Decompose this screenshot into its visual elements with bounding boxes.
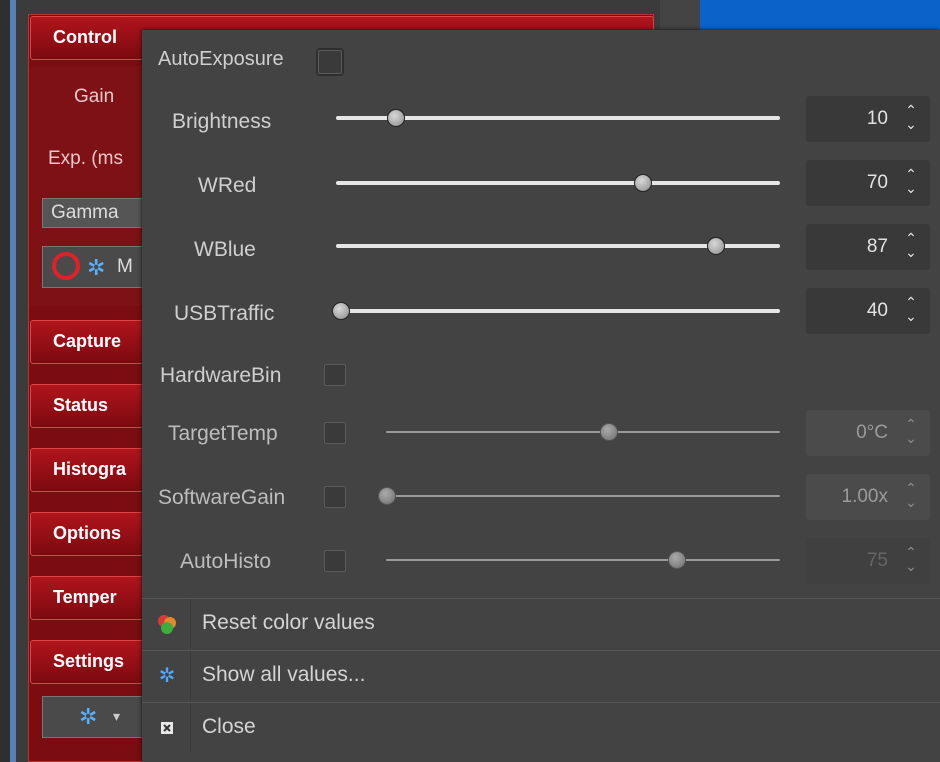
autohisto-checkbox[interactable] [324, 550, 346, 572]
gain-label: Gain [74, 86, 115, 107]
wred-value: 70 [866, 172, 888, 193]
show-all-values-label: Show all values... [202, 663, 366, 686]
color-balls-icon [158, 615, 176, 634]
softwaregain-checkbox[interactable] [324, 486, 346, 508]
annotation-circle [52, 252, 80, 280]
spin-arrows-icon[interactable]: ⌃ ⌄ [900, 167, 922, 199]
gear-icon: ✲ [87, 255, 106, 280]
targettemp-slider-handle[interactable] [600, 423, 619, 441]
targettemp-label: TargetTemp [168, 422, 278, 445]
window-edge-highlight [10, 0, 16, 762]
close-label: Close [202, 715, 256, 738]
autohisto-slider-handle[interactable] [668, 551, 686, 569]
hardwarebin-checkbox[interactable] [324, 364, 346, 386]
targettemp-spinbox[interactable]: 0°C ⌃ ⌄ [806, 410, 930, 456]
section-status-label: Status [53, 395, 109, 415]
autohisto-label: AutoHisto [180, 550, 272, 573]
hardwarebin-label: HardwareBin [160, 364, 282, 387]
usbtraffic-spinbox[interactable]: 40 ⌃ ⌄ [806, 288, 930, 334]
section-control-label: Control [53, 27, 117, 47]
exposure-label: Exp. (ms [48, 148, 123, 169]
spin-arrows-icon[interactable]: ⌃ ⌄ [900, 103, 922, 135]
softwaregain-value: 1.00x [841, 486, 888, 507]
menu-separator [190, 599, 191, 649]
autohisto-spinbox[interactable]: 75 ⌃ ⌄ [806, 538, 930, 584]
usbtraffic-slider-handle[interactable] [332, 302, 350, 320]
section-capture-label: Capture [53, 331, 122, 351]
usbtraffic-value: 40 [866, 300, 888, 321]
brightness-label: Brightness [172, 110, 272, 133]
usbtraffic-label: USBTraffic [174, 302, 275, 325]
menu-separator [190, 703, 191, 753]
wred-slider-handle[interactable] [634, 174, 653, 192]
close-item[interactable]: Close [142, 702, 940, 753]
reset-color-values-item[interactable]: Reset color values [142, 598, 940, 649]
wblue-value: 87 [866, 236, 888, 257]
softwaregain-spinbox[interactable]: 1.00x ⌃ ⌄ [806, 474, 930, 520]
wblue-spinbox[interactable]: 87 ⌃ ⌄ [806, 224, 930, 270]
brightness-value: 10 [866, 108, 888, 129]
autoexposure-label: AutoExposure [158, 48, 284, 70]
autoexposure-checkbox[interactable] [316, 48, 344, 76]
wred-label: WRed [198, 174, 257, 197]
gear-icon: ✲ [158, 665, 176, 687]
targettemp-slider-track[interactable] [386, 431, 780, 433]
spin-arrows-icon[interactable]: ⌃ ⌄ [900, 295, 922, 327]
spin-arrows-icon[interactable]: ⌃ ⌄ [900, 545, 922, 577]
softwaregain-slider-handle[interactable] [378, 487, 396, 505]
wred-slider-track[interactable] [336, 181, 780, 185]
settings-menu-button[interactable]: ✲ ▾ [42, 696, 152, 738]
show-all-values-item[interactable]: ✲ Show all values... [142, 650, 940, 701]
gamma-label: Gamma [51, 202, 119, 223]
targettemp-checkbox[interactable] [324, 422, 346, 444]
usbtraffic-slider-track[interactable] [332, 309, 780, 313]
wred-spinbox[interactable]: 70 ⌃ ⌄ [806, 160, 930, 206]
chevron-down-icon: ▾ [113, 709, 121, 725]
section-options-label: Options [53, 523, 121, 543]
menu-separator [190, 651, 191, 701]
spin-arrows-icon[interactable]: ⌃ ⌄ [900, 231, 922, 263]
close-box-icon [161, 722, 173, 734]
window-edge [0, 0, 10, 762]
camera-controls-popup: AutoExposure Brightness 10 ⌃ ⌄ WRed 70 ⌃ ⌄… [142, 30, 940, 762]
wblue-slider-handle[interactable] [706, 237, 725, 255]
autohisto-value: 75 [866, 550, 888, 571]
section-temperature-label: Temper [53, 587, 117, 607]
wblue-label: WBlue [194, 238, 256, 261]
softwaregain-label: SoftwareGain [158, 486, 286, 509]
brightness-spinbox[interactable]: 10 ⌃ ⌄ [806, 96, 930, 142]
reset-color-values-label: Reset color values [202, 611, 375, 634]
brightness-slider-handle[interactable] [387, 109, 406, 127]
section-histogram-label: Histogra [53, 459, 127, 479]
softwaregain-slider-track[interactable] [378, 495, 780, 497]
gear-icon: ✲ [79, 705, 98, 730]
spin-arrows-icon[interactable]: ⌃ ⌄ [900, 417, 922, 449]
gamma-field[interactable]: Gamma [42, 198, 152, 228]
mode-label: M [117, 256, 133, 277]
spin-arrows-icon[interactable]: ⌃ ⌄ [900, 481, 922, 513]
autohisto-slider-track[interactable] [386, 559, 780, 561]
section-settings-label: Settings [53, 651, 125, 671]
targettemp-value: 0°C [856, 422, 888, 443]
